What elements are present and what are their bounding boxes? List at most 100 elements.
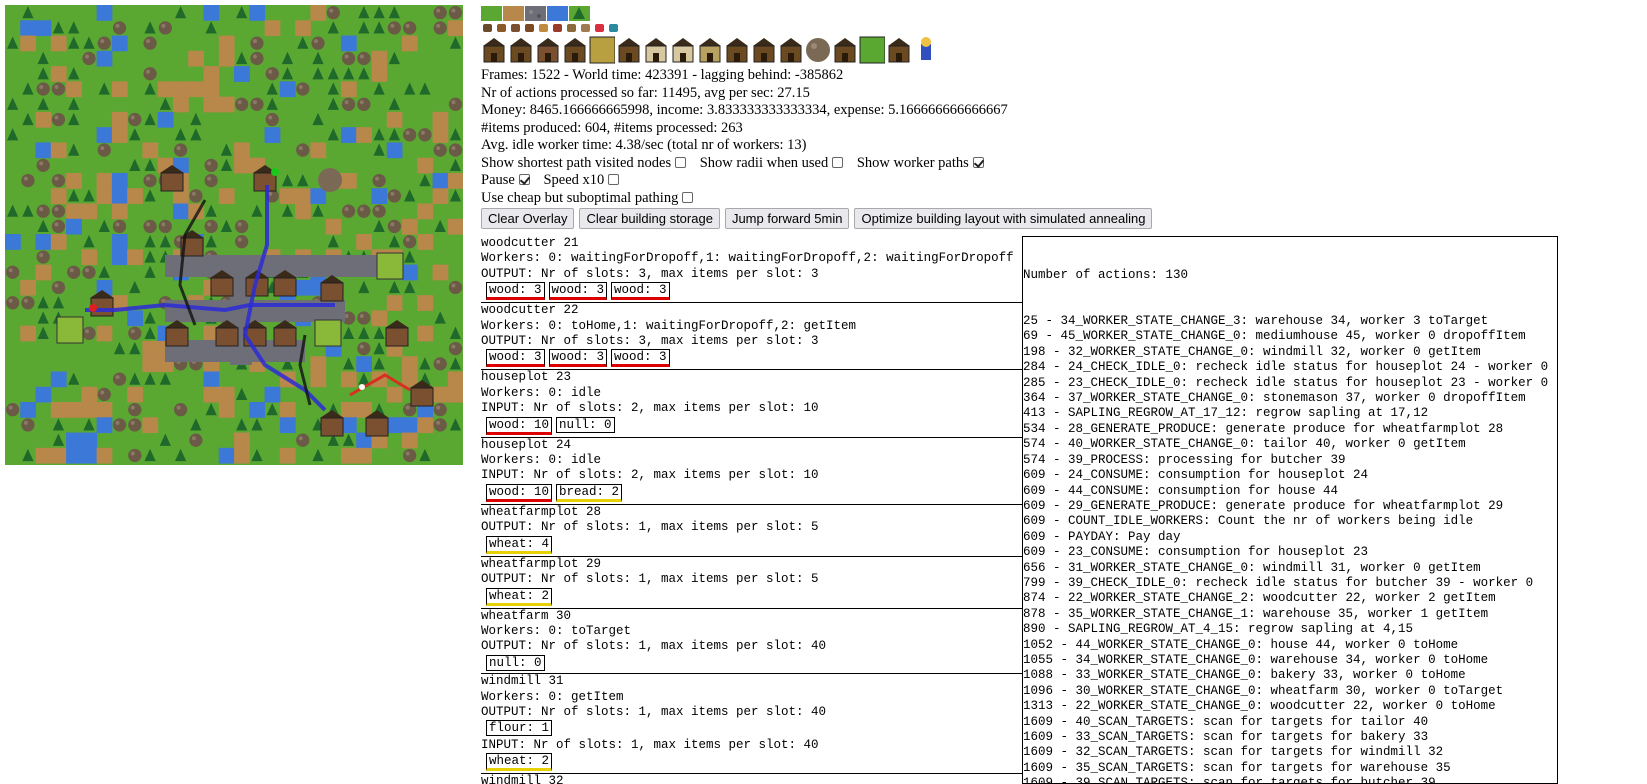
terrain-icon-row — [481, 6, 1647, 21]
building-workers: Workers: 0: toHome,1: waitingForDropoff,… — [481, 318, 857, 333]
building-list-pane[interactable]: woodcutter 21 Workers: 0: waitingForDropo… — [481, 236, 1023, 784]
slot-list: flour: 1 — [481, 720, 1022, 737]
idle-stat: Avg. idle worker time: 4.38/sec (total n… — [481, 137, 807, 153]
building-entry: wheatfarmplot 28 OUTPUT: Nr of slots: 1, … — [481, 505, 1022, 557]
storage-slot: wood: 3 — [486, 349, 545, 368]
market-building — [888, 38, 910, 63]
log-icon — [497, 24, 506, 32]
dirt-tile — [503, 6, 524, 21]
action-entry: 1052 - 44_WORKER_STATE_CHANGE_0: house 4… — [1023, 637, 1459, 652]
bucket-icon — [525, 24, 534, 32]
storage-slot: wood: 3 — [486, 282, 545, 301]
storage-slot: wheat: 2 — [486, 587, 553, 606]
action-entry: 534 - 28_GENERATE_PRODUCE: generate prod… — [1023, 421, 1504, 436]
building-entry: woodcutter 22 Workers: 0: toHome,1: waiti… — [481, 303, 1022, 371]
warehouse-building — [510, 38, 532, 63]
pause-label: Pause — [481, 172, 515, 188]
building-entry: houseplot 24 Workers: 0: idle INPUT: Nr of… — [481, 438, 1022, 505]
action-entry: 609 - 23_CONSUME: consumption for housep… — [1023, 545, 1369, 560]
options-row-2: Pause Speed x10 — [481, 172, 1647, 190]
speed-checkbox[interactable] — [608, 174, 620, 185]
small-house-building — [726, 38, 748, 63]
storage-slot: wood: 3 — [548, 349, 608, 368]
slot-section-label: INPUT: Nr of slots: 1, max items per slo… — [481, 737, 819, 752]
world-map — [5, 5, 463, 465]
woodcutter-building — [483, 38, 505, 63]
axe-icon — [483, 24, 492, 32]
large-house-building — [780, 38, 802, 63]
slot-list: wood: 10 null: 0 — [481, 416, 1022, 436]
stick-icon — [581, 24, 590, 32]
slot-section-label: INPUT: Nr of slots: 2, max items per slo… — [481, 401, 819, 416]
storage-slot: null: 0 — [486, 654, 545, 671]
wheatfield-building — [589, 36, 615, 64]
building-title: houseplot 24 — [481, 437, 572, 452]
slot-list: null: 0 — [481, 654, 1022, 672]
slot-list: wood: 3 wood: 3 wood: 3 — [481, 349, 1022, 368]
building-entry: houseplot 23 Workers: 0: idle INPUT: Nr of… — [481, 370, 1022, 438]
worker-paths-label: Show worker paths — [856, 154, 969, 171]
action-entry: 609 - COUNT_IDLE_WORKERS: Count the nr o… — [1023, 514, 1474, 529]
house-building — [537, 38, 559, 63]
action-entry: 1313 - 22_WORKER_STATE_CHANGE_0: woodcut… — [1023, 699, 1496, 714]
stone-rock — [806, 38, 830, 62]
building-title: houseplot 23 — [481, 370, 572, 385]
farmplot-building — [859, 36, 885, 64]
action-entry: 1088 - 33_WORKER_STATE_CHANGE_0: bakery … — [1023, 668, 1466, 683]
action-entry: 1055 - 34_WORKER_STATE_CHANGE_0: warehou… — [1023, 652, 1489, 667]
pause-checkbox[interactable] — [518, 174, 530, 185]
bread-icon — [539, 24, 548, 32]
shortest-path-label: Show shortest path visited nodes — [481, 154, 672, 171]
slot-section-label: OUTPUT: Nr of slots: 1, max items per sl… — [481, 639, 827, 654]
building-entry: windmill 31 Workers: 0: getItem OUTPUT: Nr… — [481, 674, 1022, 775]
action-entry: 198 - 32_WORKER_STATE_CHANGE_0: windmill… — [1023, 344, 1481, 359]
building-entry: wheatfarm 30 Workers: 0: toTarget OUTPUT: … — [481, 609, 1022, 675]
storage-slot: wood: 10 — [486, 416, 553, 435]
action-entry: 609 - 24_CONSUME: consumption for housep… — [1023, 468, 1369, 483]
frames-stat: Frames: 1522 - World time: 423391 - lagg… — [481, 67, 844, 83]
building-workers: Workers: 0: getItem — [481, 689, 624, 704]
building-entry: woodcutter 21 Workers: 0: waitingForDropo… — [481, 236, 1022, 304]
action-queue-pane[interactable]: Number of actions: 130 25 - 34_WORKER_ST… — [1022, 236, 1558, 784]
meat-icon — [553, 24, 562, 32]
item-icon-row — [481, 21, 1647, 34]
shortest-path-checkbox[interactable] — [675, 156, 687, 168]
red-cloth-icon — [595, 24, 604, 32]
action-entry: 874 - 22_WORKER_STATE_CHANGE_2: woodcutt… — [1023, 591, 1496, 606]
action-entry: 413 - SAPLING_REGROW_AT_17_12: regrow sa… — [1023, 406, 1429, 421]
action-entry: 25 - 34_WORKER_STATE_CHANGE_3: warehouse… — [1023, 314, 1489, 329]
building-title: wheatfarm 30 — [481, 608, 572, 623]
tailor-building — [672, 38, 694, 63]
clear-storage-button[interactable]: Clear building storage — [579, 208, 720, 229]
optimize-layout-button[interactable]: Optimize building layout with simulated … — [854, 208, 1153, 229]
slot-section-label: OUTPUT: Nr of slots: 3, max items per sl… — [481, 334, 819, 349]
cheap-pathing-checkbox[interactable] — [682, 191, 694, 203]
worker-paths-checkbox[interactable] — [972, 156, 984, 168]
slot-section-label: OUTPUT: Nr of slots: 3, max items per sl… — [481, 266, 819, 281]
storage-slot: wood: 3 — [548, 282, 608, 301]
building-workers: Workers: 0: idle — [481, 385, 602, 400]
clear-overlay-button[interactable]: Clear Overlay — [481, 208, 575, 229]
action-entry: 285 - 23_CHECK_IDLE_0: recheck idle stat… — [1023, 375, 1549, 390]
action-entry: 609 - PAYDAY: Pay day — [1023, 529, 1181, 544]
slot-list: wheat: 2 — [481, 587, 1022, 607]
action-entry: 1609 - 32_SCAN_TARGETS: scan for targets… — [1023, 745, 1444, 760]
slot-list: wood: 10 bread: 2 — [481, 483, 1022, 503]
stonemason-building — [834, 38, 856, 63]
cheap-pathing-label: Use cheap but suboptimal pathing — [481, 189, 679, 206]
worker-figure — [921, 37, 931, 60]
stats-panel: Frames: 1522 - World time: 423391 - lagg… — [481, 67, 1647, 207]
action-entry: 1096 - 30_WORKER_STATE_CHANGE_0: wheatfa… — [1023, 683, 1504, 698]
wheatfarm-building — [564, 38, 586, 63]
action-entry: 1609 - 33_SCAN_TARGETS: scan for targets… — [1023, 730, 1429, 744]
world-map-canvas[interactable] — [5, 5, 463, 465]
action-entry: 890 - SAPLING_REGROW_AT_4_15: regrow sap… — [1023, 622, 1414, 637]
storage-slot: wood: 3 — [611, 349, 670, 368]
building-title: woodcutter 22 — [481, 303, 579, 318]
building-icon-row — [481, 36, 1647, 64]
radii-checkbox[interactable] — [832, 156, 844, 168]
jump-forward-button[interactable]: Jump forward 5min — [724, 208, 850, 229]
action-entry: 574 - 40_WORKER_STATE_CHANGE_0: tailor 4… — [1023, 437, 1466, 452]
slot-list: wheat: 2 — [481, 753, 1022, 772]
slot-section-label: OUTPUT: Nr of slots: 1, max items per sl… — [481, 572, 819, 587]
